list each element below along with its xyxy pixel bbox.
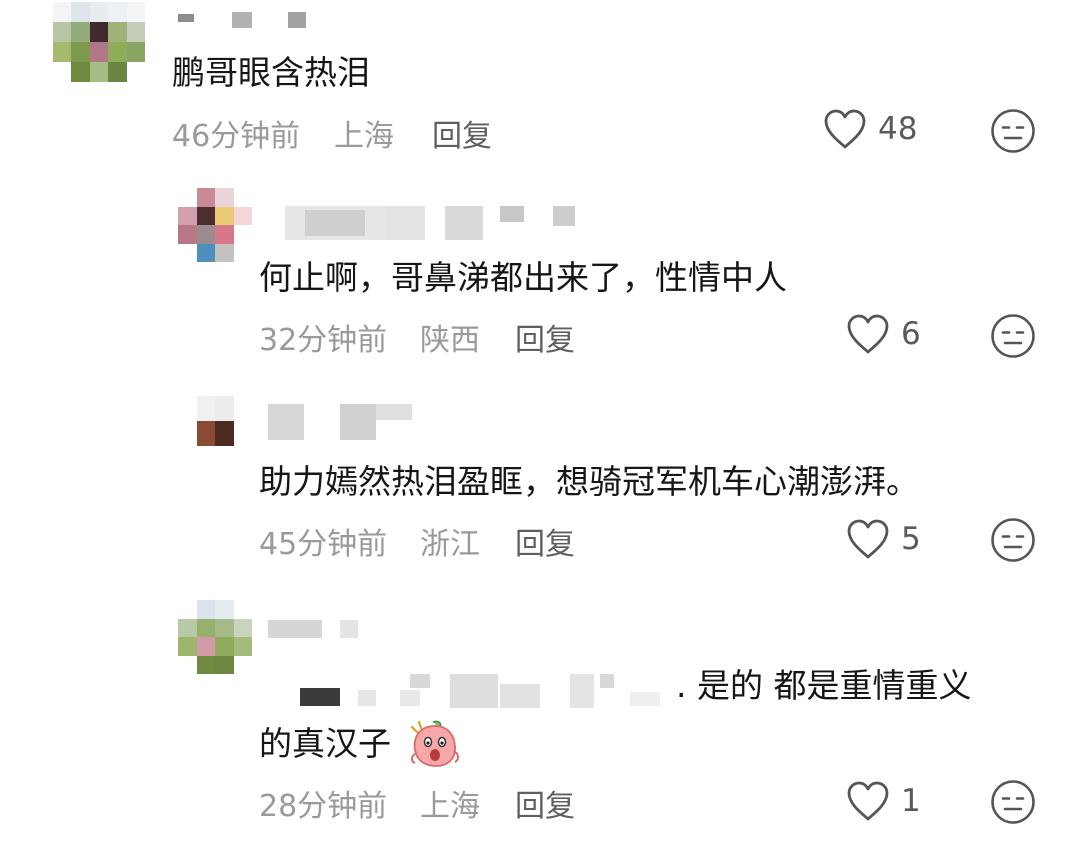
comment-text-line1: . 是的 都是重情重义 <box>676 666 972 705</box>
avatar[interactable] <box>178 600 252 674</box>
comment-time: 28分钟前 <box>259 789 388 824</box>
username-redacted <box>285 200 595 244</box>
like-button[interactable]: 6 <box>845 312 921 356</box>
like-count: 48 <box>878 111 918 147</box>
comment-text: 助力嫣然热泪盈眶，想骑冠军机车心潮澎湃。 <box>259 462 919 501</box>
comment-location: 浙江 <box>420 527 480 562</box>
comment-text: 鹏哥眼含热泪 <box>172 53 370 92</box>
mention-redacted <box>300 668 670 712</box>
reply-button[interactable]: 回复 <box>432 111 492 155</box>
avatar[interactable] <box>178 396 252 446</box>
comment-text-line2: 的真汉子 <box>259 724 391 763</box>
dislike-button[interactable] <box>990 108 1036 154</box>
like-count: 1 <box>901 783 921 819</box>
meh-face-icon <box>991 518 1035 562</box>
heart-outline-icon <box>847 314 889 354</box>
comment-location: 上海 <box>420 789 480 824</box>
dislike-button[interactable] <box>990 517 1036 563</box>
shocked-peach-emoji <box>409 718 461 768</box>
comment-text: 何止啊，哥鼻涕都出来了，性情中人 <box>259 258 787 297</box>
reply-button[interactable]: 回复 <box>515 519 575 563</box>
like-button[interactable]: 1 <box>845 779 921 823</box>
heart-outline-icon <box>824 109 866 149</box>
comment-location: 陕西 <box>420 323 480 358</box>
like-count: 6 <box>901 316 921 352</box>
like-button[interactable]: 5 <box>845 517 921 561</box>
comment-time: 45分钟前 <box>259 527 388 562</box>
meh-face-icon <box>991 314 1035 358</box>
dislike-button[interactable] <box>990 779 1036 825</box>
dislike-button[interactable] <box>990 313 1036 359</box>
reply-button[interactable]: 回复 <box>515 781 575 825</box>
comment-time: 46分钟前 <box>172 119 301 154</box>
like-button[interactable]: 48 <box>822 107 917 151</box>
username-redacted <box>268 402 418 442</box>
reply-button[interactable]: 回复 <box>515 315 575 359</box>
heart-outline-icon <box>847 781 889 821</box>
comment-location: 上海 <box>334 119 394 154</box>
avatar[interactable] <box>53 2 145 82</box>
username-redacted <box>268 618 363 640</box>
comment-time: 32分钟前 <box>259 323 388 358</box>
meh-face-icon <box>991 109 1035 153</box>
meh-face-icon <box>991 780 1035 824</box>
avatar[interactable] <box>178 188 252 262</box>
like-count: 5 <box>901 521 921 557</box>
username-redacted <box>178 8 308 30</box>
heart-outline-icon <box>847 519 889 559</box>
